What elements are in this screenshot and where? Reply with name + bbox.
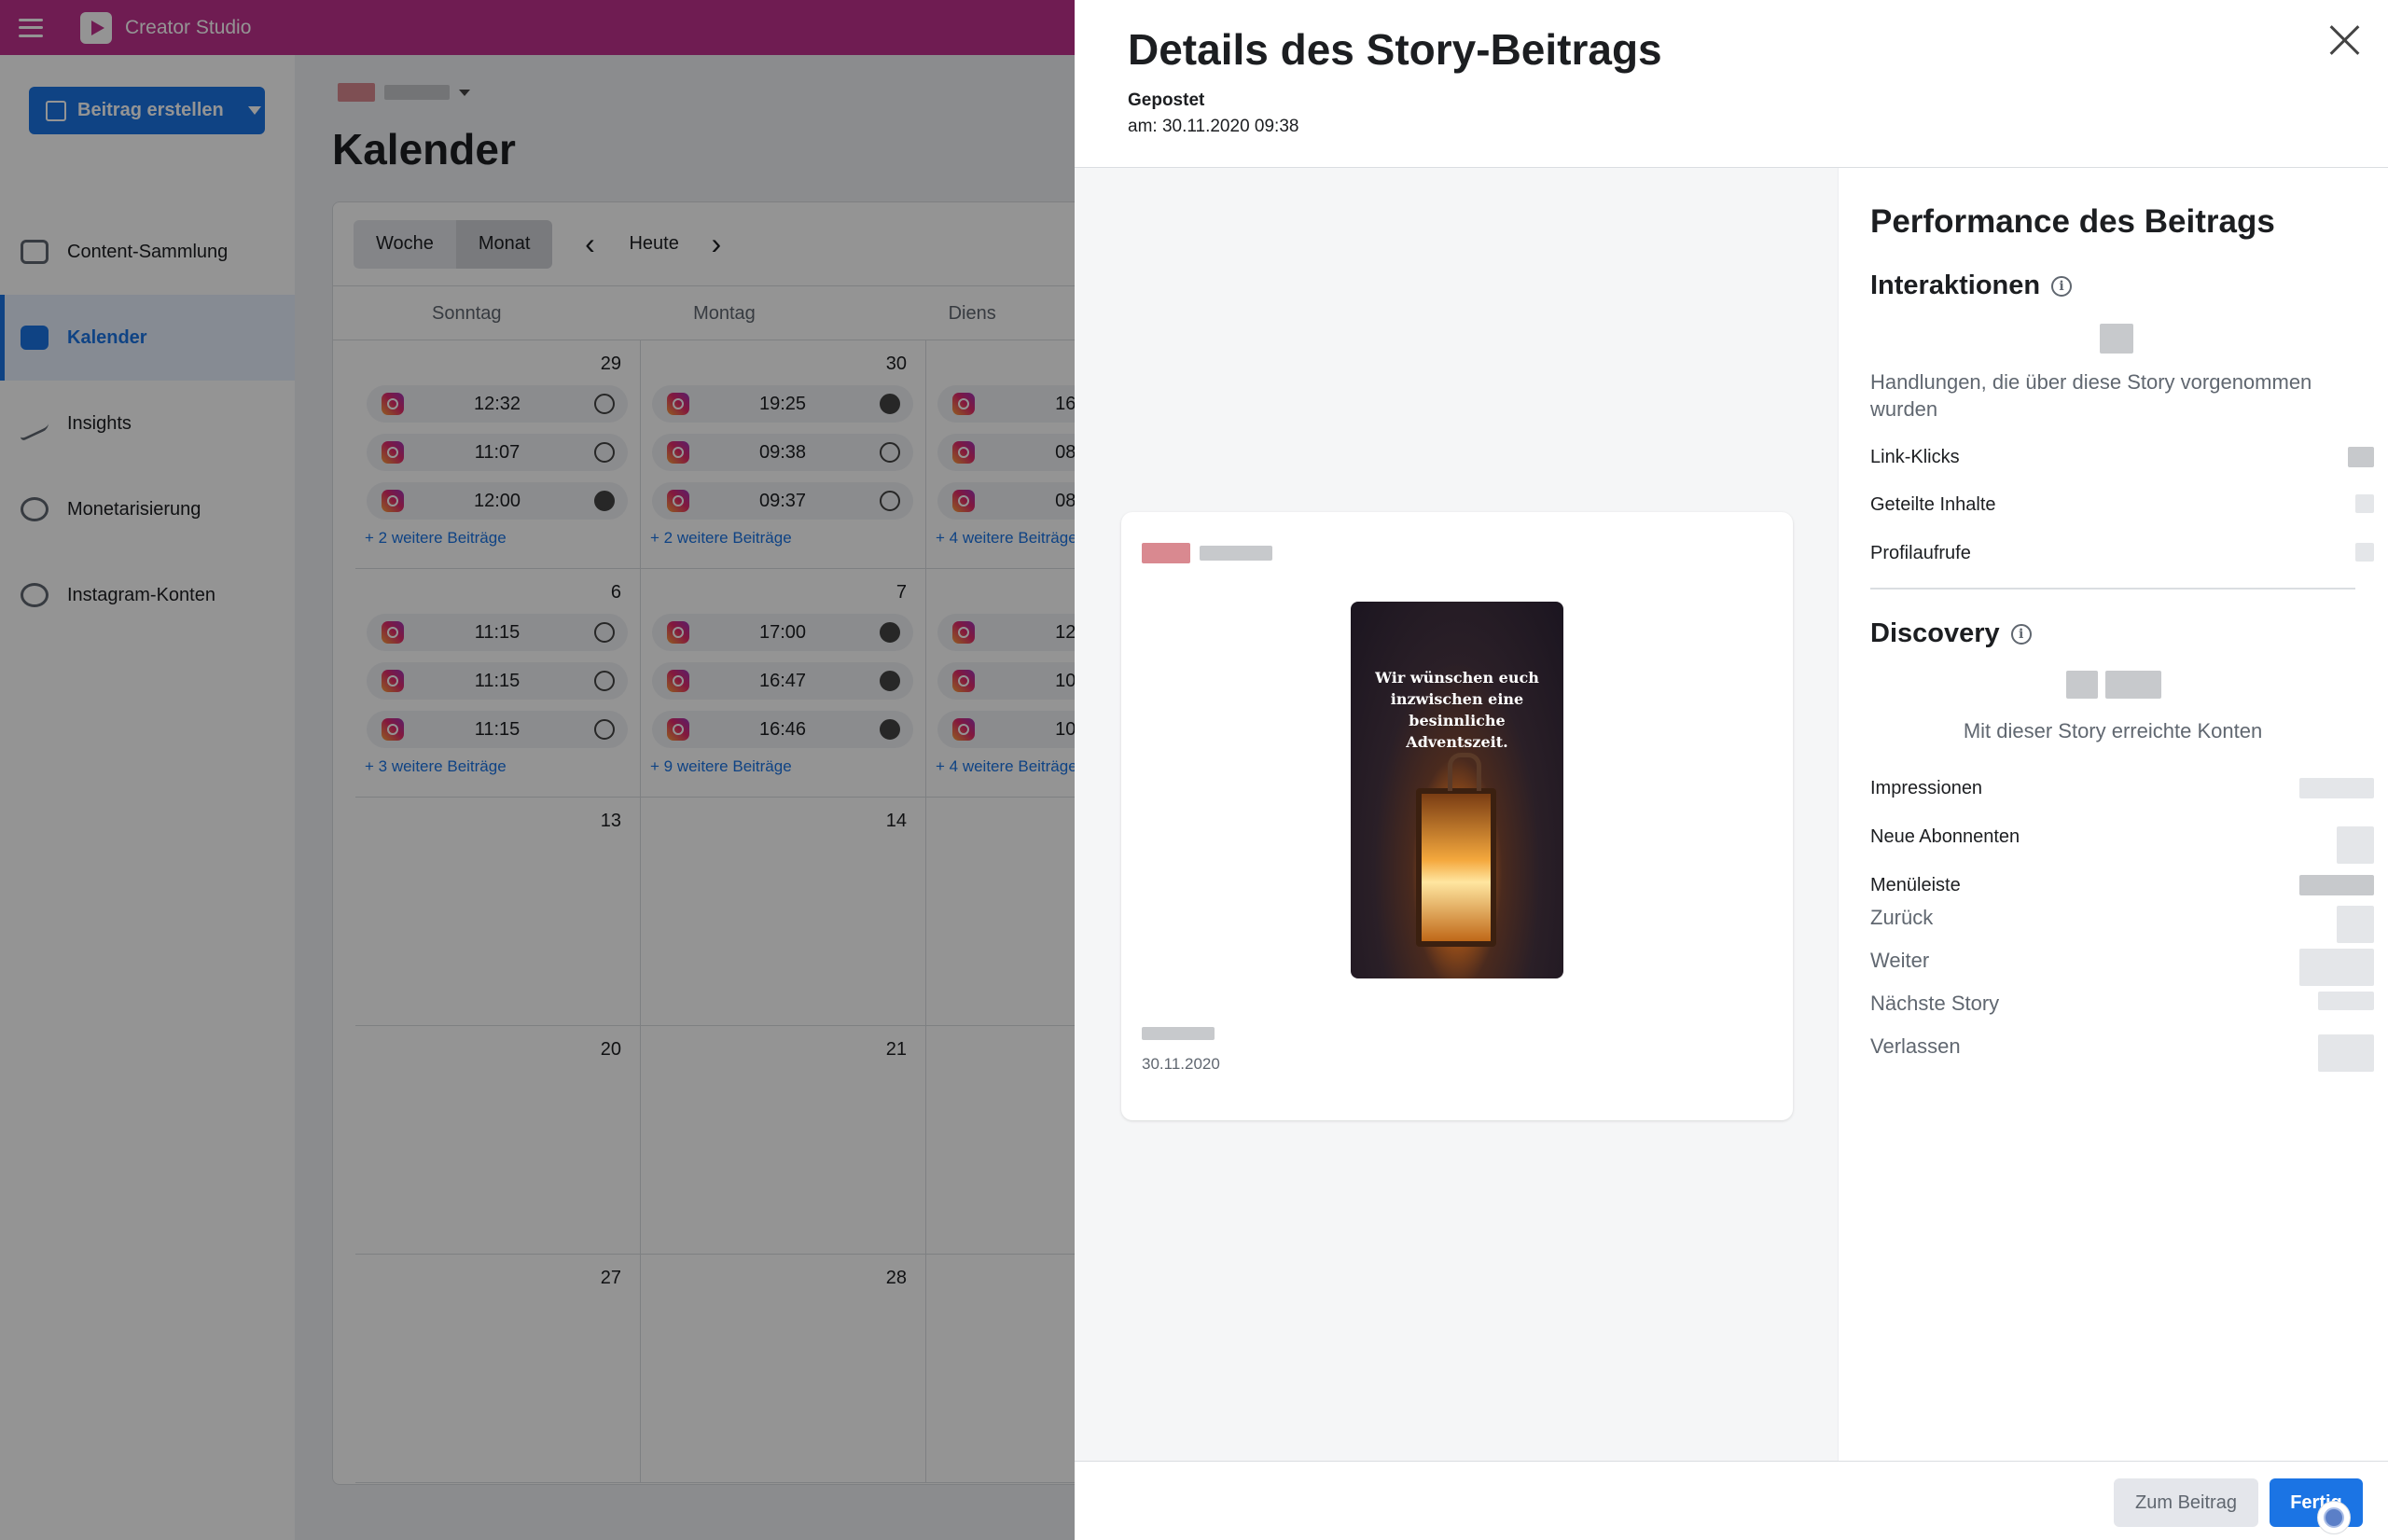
panel-title: Details des Story-Beitrags xyxy=(1128,25,1662,74)
modal-backdrop[interactable] xyxy=(0,0,1075,1540)
metric-label: Geteilte Inhalte xyxy=(1870,494,1996,515)
metric-value xyxy=(2318,992,2374,1010)
metric-label: Weiter xyxy=(1870,949,1930,972)
view-post-button[interactable]: Zum Beitrag xyxy=(2114,1478,2258,1527)
account-avatar xyxy=(1142,543,1190,563)
story-account xyxy=(1142,543,1272,563)
metric-value xyxy=(2318,1034,2374,1072)
metric-label: Impressionen xyxy=(1870,778,1983,798)
discovery-title: Discovery xyxy=(1870,618,2000,648)
metric-value xyxy=(2355,543,2374,562)
metric-next-story: Nächste Story xyxy=(1870,992,2374,1016)
story-card: Wir wünschen euch inzwischen eine besinn… xyxy=(1121,512,1793,1120)
story-details-panel: Details des Story-Beitrags Gepostet am: … xyxy=(1075,0,2388,1540)
metric-label: Verlassen xyxy=(1870,1034,1961,1058)
metric-value xyxy=(2348,447,2374,467)
metric-label: Profilaufrufe xyxy=(1870,543,1971,563)
metric-back: Zurück xyxy=(1870,906,2374,943)
info-icon[interactable]: i xyxy=(2051,275,2073,297)
metric-label: Menüleiste xyxy=(1870,875,1961,895)
interactions-description: Handlungen, die über diese Story vorgeno… xyxy=(1870,370,2312,421)
metric-exit: Verlassen xyxy=(1870,1034,2374,1072)
discovery-total xyxy=(2066,671,2161,699)
metric-shares: Geteilte Inhalte xyxy=(1870,494,2374,516)
metric-forward: Weiter xyxy=(1870,949,2374,986)
story-image: Wir wünschen euch inzwischen eine besinn… xyxy=(1351,602,1563,978)
metric-value xyxy=(2299,949,2374,986)
metric-value xyxy=(2355,494,2374,513)
metric-label: Zurück xyxy=(1870,906,1934,929)
metric-menu-bar: Menüleiste xyxy=(1870,875,2374,896)
divider xyxy=(1870,588,2355,590)
metric-new-followers: Neue Abonnenten xyxy=(1870,826,2374,864)
info-icon[interactable]: i xyxy=(2010,623,2032,645)
metric-label: Nächste Story xyxy=(1870,992,2000,1015)
globe-icon[interactable] xyxy=(2317,1501,2351,1534)
discovery-description: Mit dieser Story erreichte Konten xyxy=(1963,719,2263,742)
interactions-title: Interaktionen xyxy=(1870,271,2041,300)
performance-title: Performance des Beitrags xyxy=(1870,203,2275,240)
metric-impressions: Impressionen xyxy=(1870,778,2374,799)
metric-label: Link-Klicks xyxy=(1870,447,1960,467)
discovery-heading: Discovery i xyxy=(1870,618,2032,649)
interactions-total xyxy=(2100,324,2133,354)
interactions-heading: Interaktionen i xyxy=(1870,271,2073,301)
posted-label: Gepostet xyxy=(1128,90,1205,110)
metric-label: Neue Abonnenten xyxy=(1870,826,2020,847)
performance-section: Performance des Beitrags Interaktionen i… xyxy=(1838,168,2388,1461)
lantern-image xyxy=(1416,753,1496,947)
story-preview-area: Wir wünschen euch inzwischen eine besinn… xyxy=(1075,168,1838,1461)
close-icon[interactable] xyxy=(2328,24,2360,56)
metric-value xyxy=(2337,906,2374,943)
account-name xyxy=(1200,546,1272,561)
metric-profile-visits: Profilaufrufe xyxy=(1870,543,2374,564)
story-date: 30.11.2020 xyxy=(1142,1055,1220,1073)
metric-value xyxy=(2337,826,2374,864)
metric-value xyxy=(2299,875,2374,895)
metric-link-clicks: Link-Klicks xyxy=(1870,447,2374,468)
posted-date: am: 30.11.2020 09:38 xyxy=(1128,117,1299,136)
panel-footer: Zum Beitrag Fertig xyxy=(1075,1461,2388,1540)
metric-value xyxy=(2299,778,2374,798)
story-caption xyxy=(1142,1027,1215,1045)
story-image-text: Wir wünschen euch inzwischen eine besinn… xyxy=(1375,669,1539,751)
